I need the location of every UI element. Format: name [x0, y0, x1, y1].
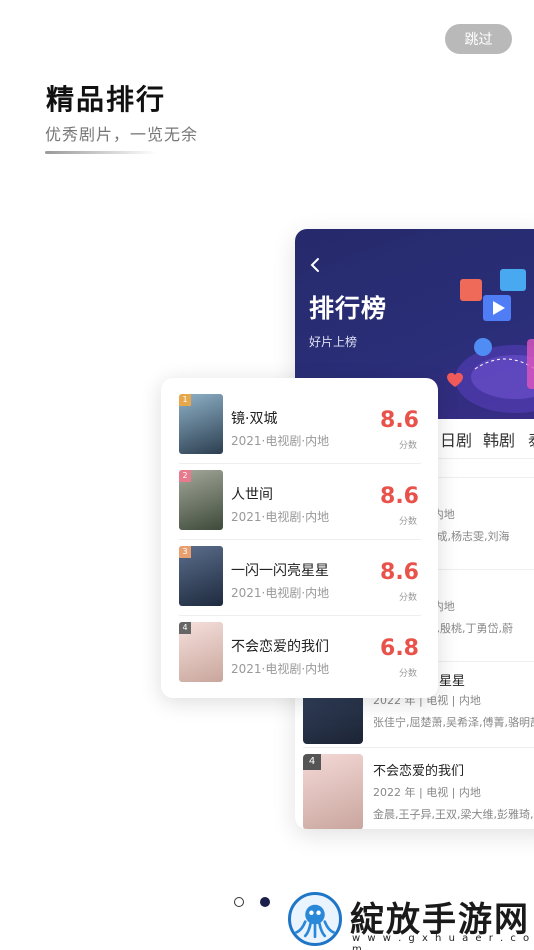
skip-button[interactable]: 跳过 — [445, 24, 512, 54]
score-value: 8.6 — [380, 408, 419, 433]
tab-thai-drama[interactable]: 泰 — [528, 427, 534, 451]
show-cast: 金晨,王子异,王双,梁大维,彭雅琦,郑 — [373, 808, 534, 821]
intro-subtitle: 优秀剧片，一览无余 — [45, 125, 199, 144]
tab-korean-drama[interactable]: 韩剧 — [483, 427, 515, 451]
show-meta: 2021·电视剧·内地 — [231, 510, 330, 524]
show-cast: 张佳宁,屈楚萧,吴希泽,傅菁,骆明劼 — [373, 716, 534, 729]
poster-thumbnail: 4 — [303, 754, 363, 829]
intro-title: 精品排行 — [46, 83, 167, 116]
tab-japanese-drama[interactable]: 日剧 — [440, 427, 472, 451]
show-meta: 2021·电视剧·内地 — [231, 586, 330, 600]
page-indicator — [234, 897, 274, 909]
title-underline — [45, 151, 157, 154]
octopus-logo-icon — [288, 892, 342, 946]
page-dot-2-active[interactable] — [260, 897, 270, 907]
show-name: 不会恋爱的我们 — [373, 764, 465, 779]
show-meta: 2021·电视剧·内地 — [231, 662, 330, 676]
rank-badge: 2 — [179, 470, 191, 482]
list-item[interactable]: 2 人世间 2021·电视剧·内地 8.6 分数 — [179, 464, 421, 540]
show-name: 不会恋爱的我们 — [231, 639, 329, 655]
score-value: 6.8 — [380, 636, 419, 661]
ranking-title: 排行榜 — [309, 294, 388, 323]
rank-badge: 1 — [179, 394, 191, 406]
score-label: 分数 — [398, 517, 417, 527]
score-value: 8.6 — [380, 560, 419, 585]
rank-badge: 4 — [179, 622, 191, 634]
score-value: 8.6 — [380, 484, 419, 509]
page-dot-1[interactable] — [234, 897, 244, 907]
list-item[interactable]: 1 镜·双城 2021·电视剧·内地 8.6 分数 — [179, 388, 421, 464]
list-item[interactable]: 4 不会恋爱的我们 2022 年 | 电视 | 内地 金晨,王子异,王双,梁大维… — [303, 747, 534, 829]
score-label: 分数 — [398, 593, 417, 603]
list-item[interactable]: 4 不会恋爱的我们 2021·电视剧·内地 6.8 分数 — [179, 616, 421, 692]
poster-thumbnail: 3 — [179, 546, 223, 606]
poster-thumbnail: 1 — [179, 394, 223, 454]
poster-thumbnail: 4 — [179, 622, 223, 682]
show-name: 一闪一闪亮星星 — [231, 563, 329, 579]
ranking-subtitle: 好片上榜 — [309, 335, 358, 349]
score-label: 分数 — [398, 441, 417, 451]
show-meta: 2022 年 | 电视 | 内地 — [373, 786, 481, 799]
list-item[interactable]: 3 一闪一闪亮星星 2021·电视剧·内地 8.6 分数 — [179, 540, 421, 616]
video-illustration-icon — [447, 269, 534, 413]
rank-badge: 3 — [179, 546, 191, 558]
show-meta: 2021·电视剧·内地 — [231, 434, 330, 448]
poster-thumbnail: 2 — [179, 470, 223, 530]
top-ranking-card: 1 镜·双城 2021·电视剧·内地 8.6 分数 2 人世间 2021·电视剧… — [161, 378, 438, 698]
back-chevron-icon[interactable] — [307, 257, 323, 273]
rank-badge: 4 — [303, 754, 321, 770]
score-label: 分数 — [398, 669, 417, 679]
show-name: 星星 — [439, 674, 466, 689]
show-name: 人世间 — [231, 487, 273, 503]
show-name: 镜·双城 — [231, 411, 278, 427]
watermark-url: w w w . g x h u a e r . c o m — [352, 933, 532, 950]
